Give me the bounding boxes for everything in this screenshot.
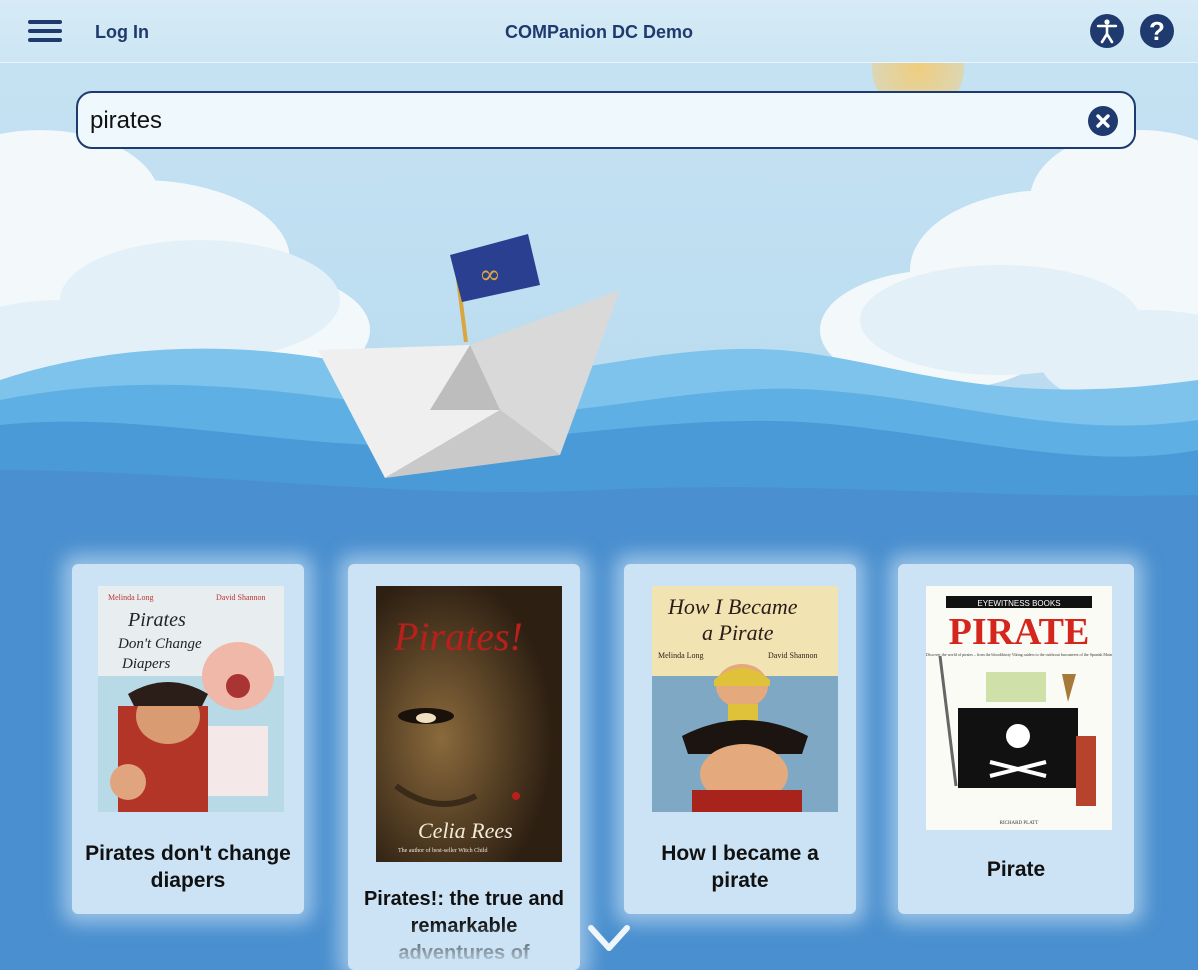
- svg-text:Diapers: Diapers: [121, 656, 170, 672]
- svg-text:Melinda Long: Melinda Long: [658, 651, 704, 660]
- clear-search-button[interactable]: [1088, 106, 1118, 136]
- search-bar: [76, 91, 1136, 149]
- search-input[interactable]: [88, 101, 1072, 141]
- svg-text:RICHARD PLATT: RICHARD PLATT: [1000, 821, 1039, 826]
- svg-text:∞: ∞: [479, 260, 501, 290]
- book-cover: How I Became a Pirate Melinda Long David…: [652, 586, 838, 812]
- svg-text:Discover the world of pirates: Discover the world of pirates – from the…: [926, 652, 1112, 657]
- book-title: Pirates don't change diapers: [85, 842, 291, 892]
- accessibility-icon: [1096, 19, 1118, 44]
- svg-text:The author of best-seller Witc: The author of best-seller Witch Child: [398, 847, 487, 854]
- app-title: COMPanion DC Demo: [504, 22, 693, 42]
- svg-text:Don't Change: Don't Change: [117, 636, 202, 652]
- svg-text:Pirates!: Pirates!: [393, 614, 523, 659]
- svg-text:How I Became: How I Became: [667, 594, 798, 619]
- result-card[interactable]: Melinda Long David Shannon Pirates Don't…: [72, 564, 304, 914]
- top-bar: Log In COMPanion DC Demo ?: [0, 0, 1198, 63]
- help-button[interactable]: ?: [1140, 14, 1174, 48]
- result-card[interactable]: How I Became a Pirate Melinda Long David…: [624, 564, 856, 914]
- svg-text:Melinda Long: Melinda Long: [108, 593, 154, 602]
- scroll-down-button[interactable]: [585, 920, 633, 956]
- book-cover: EYEWITNESS BOOKS PIRATE Discover the wor…: [926, 586, 1112, 830]
- svg-text:David Shannon: David Shannon: [216, 593, 266, 602]
- close-icon: [1096, 114, 1110, 128]
- accessibility-button[interactable]: [1090, 14, 1124, 48]
- book-title: Pirates!: the true and remarkable advent…: [363, 888, 565, 964]
- book-cover: Pirates! Celia Rees The author of best-s…: [376, 586, 562, 862]
- svg-text:Celia Rees: Celia Rees: [418, 818, 513, 843]
- chevron-down-icon: [588, 925, 630, 951]
- book-title: How I became a pirate: [661, 842, 819, 892]
- book-title: Pirate: [986, 858, 1046, 881]
- svg-text:Pirates: Pirates: [127, 609, 186, 631]
- question-mark-icon: ?: [1149, 16, 1165, 46]
- result-card[interactable]: Pirates! Celia Rees The author of best-s…: [348, 564, 580, 970]
- result-card[interactable]: EYEWITNESS BOOKS PIRATE Discover the wor…: [898, 564, 1134, 914]
- svg-text:PIRATE: PIRATE: [949, 611, 1090, 653]
- svg-text:David Shannon: David Shannon: [768, 651, 818, 660]
- book-cover: Melinda Long David Shannon Pirates Don't…: [98, 586, 284, 812]
- svg-text:EYEWITNESS BOOKS: EYEWITNESS BOOKS: [977, 599, 1060, 608]
- svg-text:a Pirate: a Pirate: [702, 620, 774, 645]
